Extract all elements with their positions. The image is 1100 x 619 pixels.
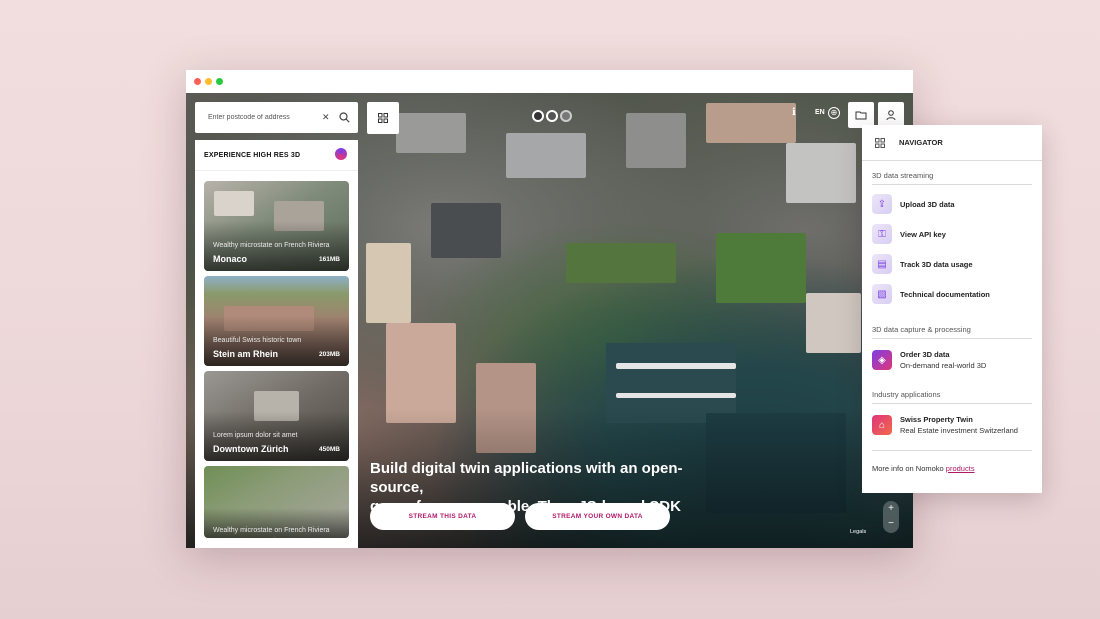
language-selector[interactable]: EN xyxy=(815,109,825,116)
chart-icon: ▤ xyxy=(872,254,892,274)
zoom-in-button[interactable]: + xyxy=(883,501,899,516)
dataset-card-monaco[interactable]: Wealthy microstate on French Riviera Mon… xyxy=(204,181,349,271)
card-name: Stein am Rhein xyxy=(213,349,279,359)
card-size: 161MB xyxy=(319,256,340,263)
zoom-control: + − xyxy=(883,501,899,533)
card-subtitle: Lorem ipsum dolor sit amet xyxy=(213,432,298,439)
nav-item-swiss-property-twin[interactable]: ⌂ Swiss Property Twin Real Estate investm… xyxy=(872,412,1032,438)
card-subtitle: Wealthy microstate on French Riviera xyxy=(213,527,330,534)
window-titlebar xyxy=(186,70,913,93)
folder-icon xyxy=(855,111,867,120)
section-label-industry: Industry applications xyxy=(872,390,941,399)
nav-item-track-usage[interactable]: ▤ Track 3D data usage xyxy=(872,252,1032,276)
app-window: ℹ EN ⊕ ✕ EXPERIENCE HIGH RES 3D xyxy=(186,70,913,548)
grid-icon xyxy=(875,138,885,148)
section-label-capture: 3D data capture & processing xyxy=(872,325,971,334)
stream-this-data-button[interactable]: STREAM THIS DATA xyxy=(370,503,515,530)
grid-menu-button[interactable] xyxy=(367,102,399,134)
clear-icon[interactable]: ✕ xyxy=(322,112,330,123)
zoom-out-button[interactable]: − xyxy=(883,516,899,531)
minimize-window-dot[interactable] xyxy=(205,78,212,85)
legals-link[interactable]: Legals xyxy=(850,529,866,535)
chevron-up-icon[interactable]: ⌃ xyxy=(271,535,278,544)
card-name: Downtown Zürich xyxy=(213,444,289,454)
sidebar-title: EXPERIENCE HIGH RES 3D xyxy=(204,152,301,159)
stream-own-data-button[interactable]: STREAM YOUR OWN DATA xyxy=(525,503,670,530)
nav-item-technical-docs[interactable]: ▧ Technical documentation xyxy=(872,282,1032,306)
dataset-card-downtown-zurich[interactable]: Lorem ipsum dolor sit amet Downtown Züri… xyxy=(204,371,349,461)
dataset-card-4[interactable]: Wealthy microstate on French Riviera xyxy=(204,466,349,538)
loading-indicator xyxy=(532,110,572,122)
key-icon: ⚿ xyxy=(872,224,892,244)
map-3d-view[interactable]: ℹ EN ⊕ ✕ EXPERIENCE HIGH RES 3D xyxy=(186,93,913,548)
navigator-panel: NAVIGATOR 3D data streaming ⇪ Upload 3D … xyxy=(862,125,1042,493)
card-size: 203MB xyxy=(319,351,340,358)
navigator-header: NAVIGATOR xyxy=(862,125,1042,161)
navigator-footer: More info on Nomoko products xyxy=(872,464,975,473)
section-label-streaming: 3D data streaming xyxy=(872,171,934,180)
card-name: Monaco xyxy=(213,254,248,264)
search-box: ✕ xyxy=(195,102,358,133)
upload-icon: ⇪ xyxy=(872,194,892,214)
order-cube-icon: ◈ xyxy=(872,350,892,370)
search-input[interactable] xyxy=(206,113,322,122)
info-icon[interactable]: ℹ xyxy=(792,107,796,118)
property-icon: ⌂ xyxy=(872,415,892,435)
nav-item-upload-3d-data[interactable]: ⇪ Upload 3D data xyxy=(872,192,1032,216)
card-size: 450MB xyxy=(319,446,340,453)
nav-item-view-api-key[interactable]: ⚿ View API key xyxy=(872,222,1032,246)
navigator-title: NAVIGATOR xyxy=(899,138,943,147)
maximize-window-dot[interactable] xyxy=(216,78,223,85)
dataset-card-stein-am-rhein[interactable]: Beautiful Swiss historic town Stein am R… xyxy=(204,276,349,366)
globe-icon[interactable]: ⊕ xyxy=(828,107,840,119)
card-subtitle: Wealthy microstate on French Riviera xyxy=(213,242,330,249)
products-link[interactable]: products xyxy=(946,464,975,473)
search-icon[interactable] xyxy=(338,112,350,123)
user-icon xyxy=(886,109,896,120)
cube-logo-icon xyxy=(335,148,347,160)
grid-icon xyxy=(378,113,388,123)
document-icon: ▧ xyxy=(872,284,892,304)
close-window-dot[interactable] xyxy=(194,78,201,85)
card-subtitle: Beautiful Swiss historic town xyxy=(213,337,302,344)
datasets-sidebar: EXPERIENCE HIGH RES 3D Wealthy microstat… xyxy=(195,140,358,548)
nav-item-order-3d-data[interactable]: ◈ Order 3D data On-demand real-world 3D xyxy=(872,347,1032,373)
